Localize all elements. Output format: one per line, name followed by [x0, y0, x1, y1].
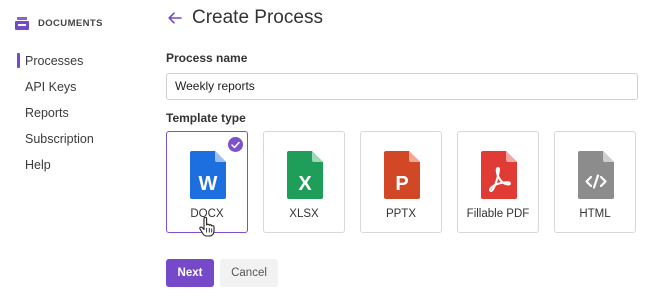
- sidebar-nav: Processes API Keys Reports Subscription …: [17, 50, 94, 180]
- template-card-xlsx[interactable]: X XLSX: [263, 131, 345, 233]
- template-card-label: HTML: [579, 208, 611, 220]
- documents-logo-icon: [15, 17, 29, 30]
- template-card-label: Fillable PDF: [466, 208, 530, 220]
- sidebar-item-help[interactable]: Help: [17, 154, 94, 180]
- docx-icon: W: [190, 151, 226, 199]
- sidebar-item-label: Processes: [25, 54, 84, 68]
- sidebar-item-label: Subscription: [25, 132, 94, 146]
- pdf-icon: [481, 151, 517, 199]
- back-button[interactable]: [166, 9, 184, 27]
- template-card-docx[interactable]: W DOCX: [166, 131, 248, 237]
- process-name-label: Process name: [166, 51, 248, 65]
- hand-pointer-cursor-icon: [199, 217, 215, 237]
- sidebar-item-label: Help: [25, 158, 51, 172]
- arrow-left-icon: [168, 12, 182, 24]
- sidebar: DOCUMENTS Processes API Keys Reports Sub…: [0, 0, 150, 307]
- selected-check-icon: [228, 137, 243, 152]
- sidebar-item-processes[interactable]: Processes: [17, 50, 94, 76]
- pptx-icon: P: [384, 151, 420, 199]
- sidebar-item-reports[interactable]: Reports: [17, 102, 94, 128]
- svg-text:X: X: [298, 173, 312, 195]
- sidebar-item-label: Reports: [25, 106, 69, 120]
- template-type-options: W DOCX X XLSX P PPTX Fillable PDF HTML: [166, 131, 650, 237]
- template-type-label: Template type: [166, 111, 246, 125]
- html-icon: [578, 151, 614, 199]
- template-card-label: XLSX: [289, 208, 319, 220]
- process-name-input[interactable]: Weekly reports: [166, 73, 638, 100]
- template-card-pptx[interactable]: P PPTX: [360, 131, 442, 233]
- sidebar-item-api-keys[interactable]: API Keys: [17, 76, 94, 102]
- template-card-label: PPTX: [385, 208, 417, 220]
- sidebar-item-label: API Keys: [25, 80, 77, 94]
- page-header: Create Process: [166, 7, 323, 29]
- svg-text:W: W: [199, 173, 218, 195]
- brand[interactable]: DOCUMENTS: [15, 17, 103, 30]
- svg-text:P: P: [395, 173, 408, 195]
- sidebar-item-subscription[interactable]: Subscription: [17, 128, 94, 154]
- xlsx-icon: X: [287, 151, 323, 199]
- cancel-button[interactable]: Cancel: [220, 259, 278, 287]
- next-button[interactable]: Next: [166, 259, 214, 287]
- page-title: Create Process: [192, 7, 323, 28]
- template-card-html[interactable]: HTML: [554, 131, 636, 233]
- template-card-fillable-pdf[interactable]: Fillable PDF: [457, 131, 539, 233]
- brand-name: DOCUMENTS: [38, 18, 103, 29]
